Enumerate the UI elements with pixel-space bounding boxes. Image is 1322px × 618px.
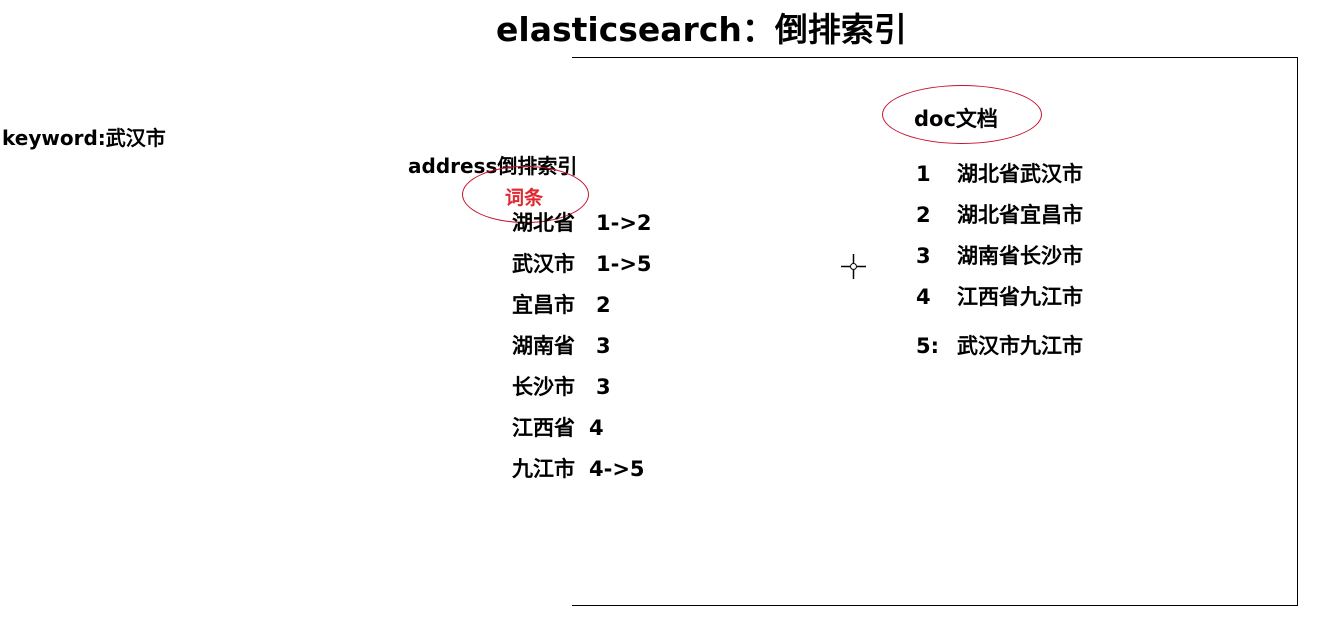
term-row: 宜昌市 2 bbox=[512, 290, 611, 320]
term-text: 长沙市 bbox=[512, 375, 575, 399]
term-row: 江西省 4 bbox=[512, 413, 604, 443]
term-text: 湖北省 bbox=[512, 211, 575, 235]
term-row: 长沙市 3 bbox=[512, 372, 611, 402]
term-doc-ids: 3 bbox=[596, 334, 611, 358]
term-text: 武汉市 bbox=[512, 252, 575, 276]
term-doc-ids: 3 bbox=[596, 375, 611, 399]
term-doc-ids: 4 bbox=[589, 416, 604, 440]
search-keyword: keyword:武汉市 bbox=[2, 126, 166, 150]
term-row: 湖北省 1->2 bbox=[512, 208, 652, 238]
doc-id: 1 bbox=[916, 162, 931, 186]
doc-row: 1 湖北省武汉市 bbox=[916, 159, 1083, 189]
term-text: 湖南省 bbox=[512, 334, 575, 358]
doc-text: 湖北省宜昌市 bbox=[957, 203, 1083, 227]
crosshair-cursor-icon bbox=[841, 254, 866, 279]
term-row: 武汉市 1->5 bbox=[512, 249, 652, 279]
doc-id: 3 bbox=[916, 244, 931, 268]
doc-text: 湖北省武汉市 bbox=[957, 162, 1083, 186]
term-row: 九江市 4->5 bbox=[512, 454, 645, 484]
doc-id: 5: bbox=[916, 334, 940, 358]
doc-row: 3 湖南省长沙市 bbox=[916, 241, 1083, 271]
term-row: 湖南省 3 bbox=[512, 331, 611, 361]
term-doc-ids: 1->2 bbox=[596, 211, 652, 235]
documents-title: doc文档 bbox=[914, 107, 998, 131]
doc-id: 2 bbox=[916, 203, 931, 227]
doc-row: 2 湖北省宜昌市 bbox=[916, 200, 1083, 230]
term-text: 江西省 bbox=[512, 416, 575, 440]
diagram-title: elasticsearch：倒排索引 bbox=[496, 10, 907, 49]
term-text: 九江市 bbox=[512, 457, 575, 481]
doc-text: 湖南省长沙市 bbox=[957, 244, 1083, 268]
term-doc-ids: 4->5 bbox=[589, 457, 645, 481]
term-doc-ids: 2 bbox=[596, 293, 611, 317]
doc-row: 5: 武汉市九江市 bbox=[916, 331, 1083, 361]
doc-row: 4 江西省九江市 bbox=[916, 282, 1083, 312]
term-doc-ids: 1->5 bbox=[596, 252, 652, 276]
doc-id: 4 bbox=[916, 285, 931, 309]
doc-text: 武汉市九江市 bbox=[957, 334, 1083, 358]
doc-text: 江西省九江市 bbox=[957, 285, 1083, 309]
term-text: 宜昌市 bbox=[512, 293, 575, 317]
